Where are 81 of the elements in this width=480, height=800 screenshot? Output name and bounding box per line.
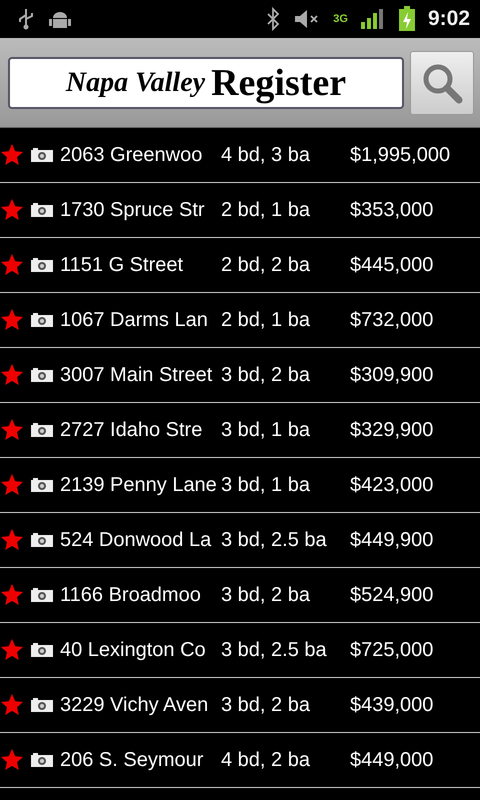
battery-icon — [398, 6, 416, 32]
camera-icon — [30, 477, 54, 493]
listing-price: $449,000 — [350, 748, 434, 772]
listing-address: 1730 Spruce Str — [60, 198, 206, 222]
star-icon — [0, 198, 24, 222]
listing-price: $449,900 — [350, 528, 434, 552]
camera-icon — [30, 147, 54, 163]
listing-address: 1166 Broadmoo — [60, 584, 202, 606]
clock: 9:02 — [428, 7, 470, 31]
listing-price: $309,900 — [350, 364, 434, 386]
listing-row[interactable]: 524 Donwood La 3 bd, 2.5 ba $449,900 — [0, 513, 480, 568]
listing-price: $732,000 — [350, 308, 434, 332]
listing-price: $445,000 — [350, 254, 434, 276]
star-icon — [0, 473, 24, 497]
camera-icon — [30, 257, 54, 273]
logo-text: Napa Valley — [66, 66, 206, 98]
listing-row[interactable]: 1730 Spruce Str 2 bd, 1 ba $353,000 — [0, 183, 480, 238]
listing-address: 206 S. Seymour — [60, 748, 204, 772]
listing-rooms: 3 bd, 2.5 ba — [221, 638, 328, 662]
camera-icon — [30, 642, 54, 658]
listing-rooms: 3 bd, 1 ba — [221, 474, 311, 496]
listing-rooms: 4 bd, 3 ba — [221, 144, 311, 166]
listing-address: 3007 Main Street — [60, 364, 214, 386]
star-icon — [0, 583, 24, 607]
listing-row[interactable]: 3007 Main Street 3 bd, 2 ba $309,900 — [0, 348, 480, 403]
star-icon — [0, 693, 24, 717]
listing-rooms: 3 bd, 2.5 ba — [221, 528, 328, 552]
listing-price: $439,000 — [350, 694, 434, 716]
search-button[interactable] — [410, 50, 474, 114]
listing-address: 2727 Idaho Stre — [60, 418, 204, 442]
usb-icon — [16, 7, 36, 31]
listing-row[interactable]: 1166 Broadmoo 3 bd, 2 ba $524,900 — [0, 568, 480, 623]
camera-icon — [30, 532, 54, 548]
listing-row[interactable]: 40 Lexington Co 3 bd, 2.5 ba $725,000 — [0, 623, 480, 678]
star-icon — [0, 638, 24, 662]
listing-price: $1,995,000 — [350, 144, 450, 166]
logo-text: Register — [211, 60, 346, 104]
listing-row[interactable]: 3229 Vichy Aven 3 bd, 2 ba $439,000 — [0, 678, 480, 733]
star-icon — [0, 253, 24, 277]
signal-icon — [360, 7, 386, 31]
star-icon — [0, 418, 24, 442]
listing-address: 524 Donwood La — [60, 528, 212, 552]
camera-icon — [30, 202, 54, 218]
listing-address: 2139 Penny Lane — [60, 474, 218, 496]
listing-row[interactable]: 1067 Darms Lan 2 bd, 1 ba $732,000 — [0, 293, 480, 348]
camera-icon — [30, 312, 54, 328]
listing-rooms: 2 bd, 1 ba — [221, 308, 311, 332]
listing-rooms: 3 bd, 2 ba — [221, 364, 311, 386]
listing-price: $423,000 — [350, 474, 434, 496]
camera-icon — [30, 367, 54, 383]
listing-price: $725,000 — [350, 638, 434, 662]
camera-icon — [30, 422, 54, 438]
listing-price: $329,900 — [350, 418, 434, 442]
listing-price: $353,000 — [350, 198, 434, 222]
listing-rooms: 3 bd, 1 ba — [221, 418, 311, 442]
listing-row[interactable]: 2063 Greenwoo 4 bd, 3 ba $1,995,000 — [0, 128, 480, 183]
star-icon — [0, 363, 24, 387]
star-icon — [0, 143, 24, 167]
listing-address: 1067 Darms Lan — [60, 308, 209, 332]
star-icon — [0, 528, 24, 552]
star-icon — [0, 748, 24, 772]
network-type-indicator: 3G — [333, 13, 348, 25]
listing-rooms: 2 bd, 1 ba — [221, 198, 311, 222]
listing-address: 40 Lexington Co — [60, 638, 207, 662]
camera-icon — [30, 697, 54, 713]
camera-icon — [30, 752, 54, 768]
listing-address: 3229 Vichy Aven — [60, 694, 210, 716]
star-icon — [0, 308, 24, 332]
listing-row[interactable]: 206 S. Seymour 4 bd, 2 ba $449,000 — [0, 733, 480, 788]
listing-rooms: 4 bd, 2 ba — [221, 748, 311, 772]
listing-address: 1151 G Street — [60, 254, 184, 276]
listing-rooms: 3 bd, 2 ba — [221, 694, 311, 716]
listing-rooms: 3 bd, 2 ba — [221, 584, 311, 606]
camera-icon — [30, 587, 54, 603]
listing-address: 2063 Greenwoo — [60, 144, 204, 166]
listing-row[interactable]: 1151 G Street 2 bd, 2 ba $445,000 — [0, 238, 480, 293]
listing-price: $524,900 — [350, 584, 434, 606]
listing-row[interactable]: 2727 Idaho Stre 3 bd, 1 ba $329,900 — [0, 403, 480, 458]
bluetooth-icon — [265, 7, 282, 31]
listing-rooms: 2 bd, 2 ba — [221, 254, 311, 276]
listing-row[interactable]: 2139 Penny Lane 3 bd, 1 ba $423,000 — [0, 458, 480, 513]
